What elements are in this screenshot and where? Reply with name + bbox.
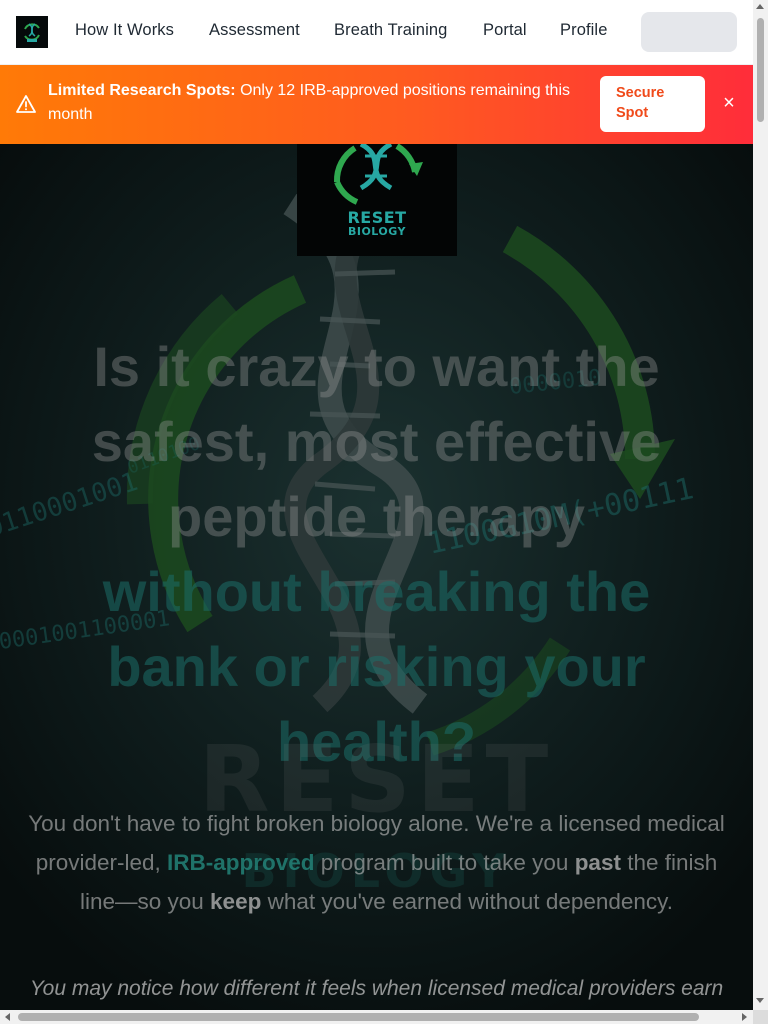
hero-logo-biology: BIOLOGY	[347, 225, 407, 238]
banner-message: Limited Research Spots: Only 12 IRB-appr…	[48, 79, 608, 127]
nav-link-portal[interactable]: Portal	[483, 21, 527, 40]
headline-line-4: without breaking the	[102, 560, 651, 623]
dna-logo-icon	[24, 23, 40, 42]
headline-line-2: safest, most effective	[91, 410, 662, 473]
top-navigation: How It Works Assessment Breath Training …	[0, 0, 753, 65]
scroll-left-icon[interactable]	[5, 1013, 10, 1021]
secure-spot-label-1: Secure	[616, 85, 665, 101]
close-icon[interactable]: ×	[719, 93, 739, 113]
subtitle-past: past	[574, 850, 621, 875]
nav-link-profile[interactable]: Profile	[560, 21, 607, 40]
scroll-down-icon[interactable]	[756, 998, 764, 1003]
headline-line-5: bank or risking your	[107, 635, 646, 698]
hero-subtitle: You don't have to fight broken biology a…	[20, 804, 733, 921]
headline-line-1: Is it crazy to want the	[93, 335, 660, 398]
subtitle-part-d: what you've earned without dependency.	[261, 889, 674, 914]
brand-logo[interactable]	[16, 16, 48, 48]
vertical-scrollbar[interactable]	[753, 0, 768, 1010]
banner-title: Limited Research Spots:	[48, 82, 236, 99]
scrollbar-corner	[753, 1010, 768, 1024]
warning-triangle-icon	[16, 95, 36, 113]
nav-link-assessment[interactable]: Assessment	[209, 21, 300, 40]
subtitle-part-b: program built to take you	[314, 850, 575, 875]
irb-approved-highlight: IRB-approved	[167, 850, 315, 875]
scroll-up-icon[interactable]	[756, 4, 764, 9]
auth-button-placeholder[interactable]	[641, 12, 737, 52]
secure-spot-label-2: Spot	[616, 105, 649, 121]
hero-italic-note: You may notice how different it feels wh…	[29, 977, 724, 1000]
hero-logo: RESET BIOLOGY	[297, 144, 457, 256]
vertical-scroll-thumb[interactable]	[757, 18, 764, 122]
nav-link-breath-training[interactable]: Breath Training	[334, 21, 447, 40]
scroll-right-icon[interactable]	[742, 1013, 747, 1021]
nav-link-how-it-works[interactable]: How It Works	[75, 21, 174, 40]
dna-recycle-logo-icon	[333, 144, 423, 205]
secure-spot-button[interactable]: Secure Spot	[600, 76, 705, 132]
horizontal-scroll-thumb[interactable]	[18, 1013, 699, 1021]
hero-section: 0110001001 0001001100001 1100G10M(+00111…	[0, 144, 753, 1010]
hero-headline: Is it crazy to want the safest, most eff…	[40, 329, 713, 779]
subtitle-keep: keep	[210, 889, 262, 914]
headline-line-3: peptide therapy	[168, 485, 585, 548]
